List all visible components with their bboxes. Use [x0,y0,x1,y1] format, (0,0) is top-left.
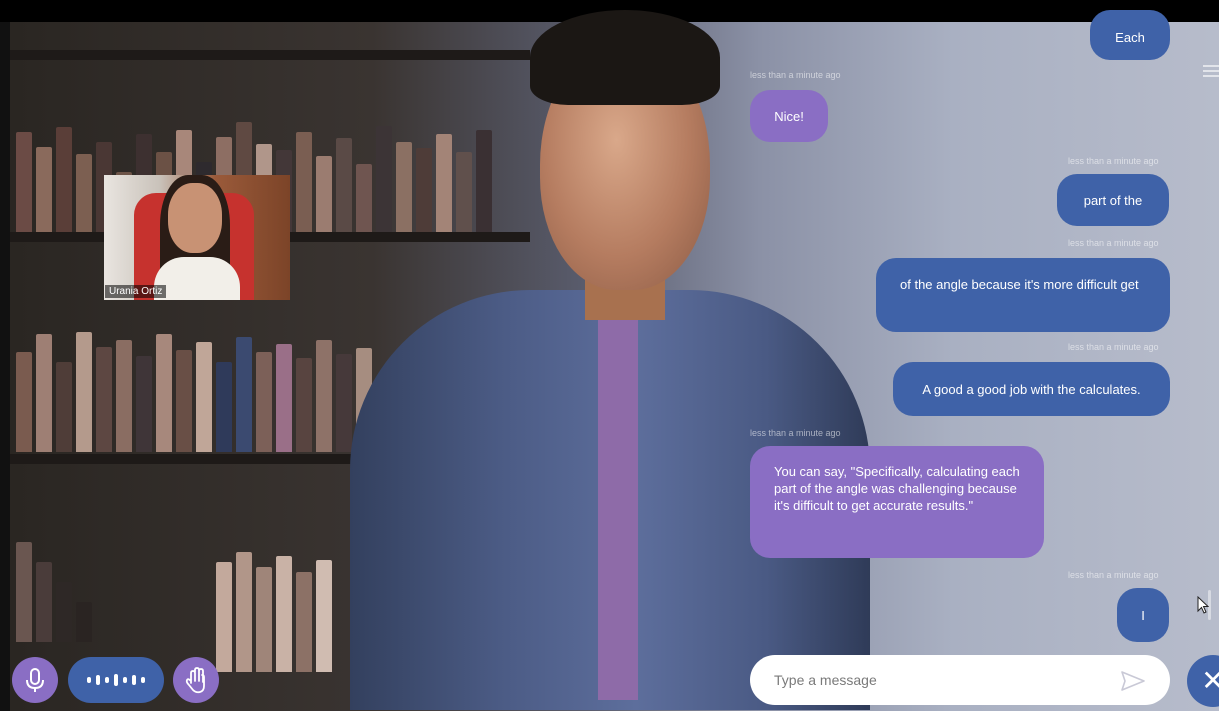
book [216,362,232,452]
book [276,556,292,672]
message-text: part of the [1083,192,1143,208]
menu-icon[interactable] [1203,65,1219,77]
book [276,344,292,452]
book [236,337,252,452]
chat-message-user: part of the [1057,174,1169,226]
message-timestamp: less than a minute ago [750,70,841,80]
message-text: I [1141,607,1145,623]
audio-waves-icon [114,674,118,686]
book [296,572,312,672]
message-text: You can say, "Specifically, calculating … [774,464,1020,513]
chat-message-user: A good a good job with the calculates. [893,362,1170,416]
message-timestamp: less than a minute ago [1068,238,1159,248]
person-head [168,183,222,253]
close-icon: ✕ [1201,665,1219,696]
message-text: Each [1115,30,1145,45]
book [336,354,352,452]
message-text: of the angle because it's more difficult… [900,277,1139,292]
raise-hand-button[interactable] [173,657,219,703]
book [16,132,32,242]
book [436,134,452,242]
book [136,356,152,452]
book [296,358,312,452]
book [16,542,32,642]
message-text: A good a good job with the calculates. [922,381,1141,397]
avatar-hair [530,10,720,105]
book [256,352,272,452]
microphone-icon [26,668,44,692]
book [56,127,72,242]
audio-waves-icon [105,677,109,683]
book [236,552,252,672]
book [96,347,112,452]
book [316,156,332,242]
book [56,582,72,642]
shelf [10,50,530,60]
book [36,334,52,452]
message-text: Nice! [774,108,804,124]
book [396,142,412,242]
book [316,340,332,452]
book [316,560,332,672]
book [116,340,132,452]
avatar-shirt-placket [598,300,638,700]
audio-waves-icon [141,677,145,683]
message-input[interactable] [750,655,1170,705]
audio-waves-button[interactable] [68,657,164,703]
participant-name-label: Urania Ortiz [105,285,167,298]
audio-waves-icon [123,677,127,683]
audio-waves-icon [87,677,91,683]
book [76,154,92,242]
book [156,334,172,452]
book [16,352,32,452]
message-timestamp: less than a minute ago [1068,156,1159,166]
mouse-cursor-icon [1197,596,1209,614]
book [416,148,432,242]
book [376,126,392,242]
book [176,350,192,452]
send-icon[interactable] [1120,670,1146,692]
message-timestamp: less than a minute ago [1068,570,1159,580]
book [36,147,52,242]
book [56,362,72,452]
book [196,342,212,452]
book [36,562,52,642]
chat-message-bot: You can say, "Specifically, calculating … [750,446,1044,558]
audio-waves-icon [132,675,136,685]
message-timestamp: less than a minute ago [750,428,841,438]
audio-waves-icon [96,675,100,685]
chat-message-bot: Nice! [750,90,828,142]
raise-hand-icon [185,667,205,694]
book [76,602,92,642]
microphone-button[interactable] [12,657,58,703]
book [256,567,272,672]
message-timestamp: less than a minute ago [1068,342,1159,352]
chat-message-user: I [1117,588,1169,642]
chat-message-user: Each [1090,10,1170,60]
chat-message-user: of the angle because it's more difficult… [876,258,1170,332]
person-body [154,257,240,300]
book [456,152,472,242]
book [296,132,312,242]
book [216,562,232,672]
book [356,164,372,242]
participant-video-tile[interactable]: Urania Ortiz [104,175,290,300]
book [76,332,92,452]
book [476,130,492,242]
book [336,138,352,242]
